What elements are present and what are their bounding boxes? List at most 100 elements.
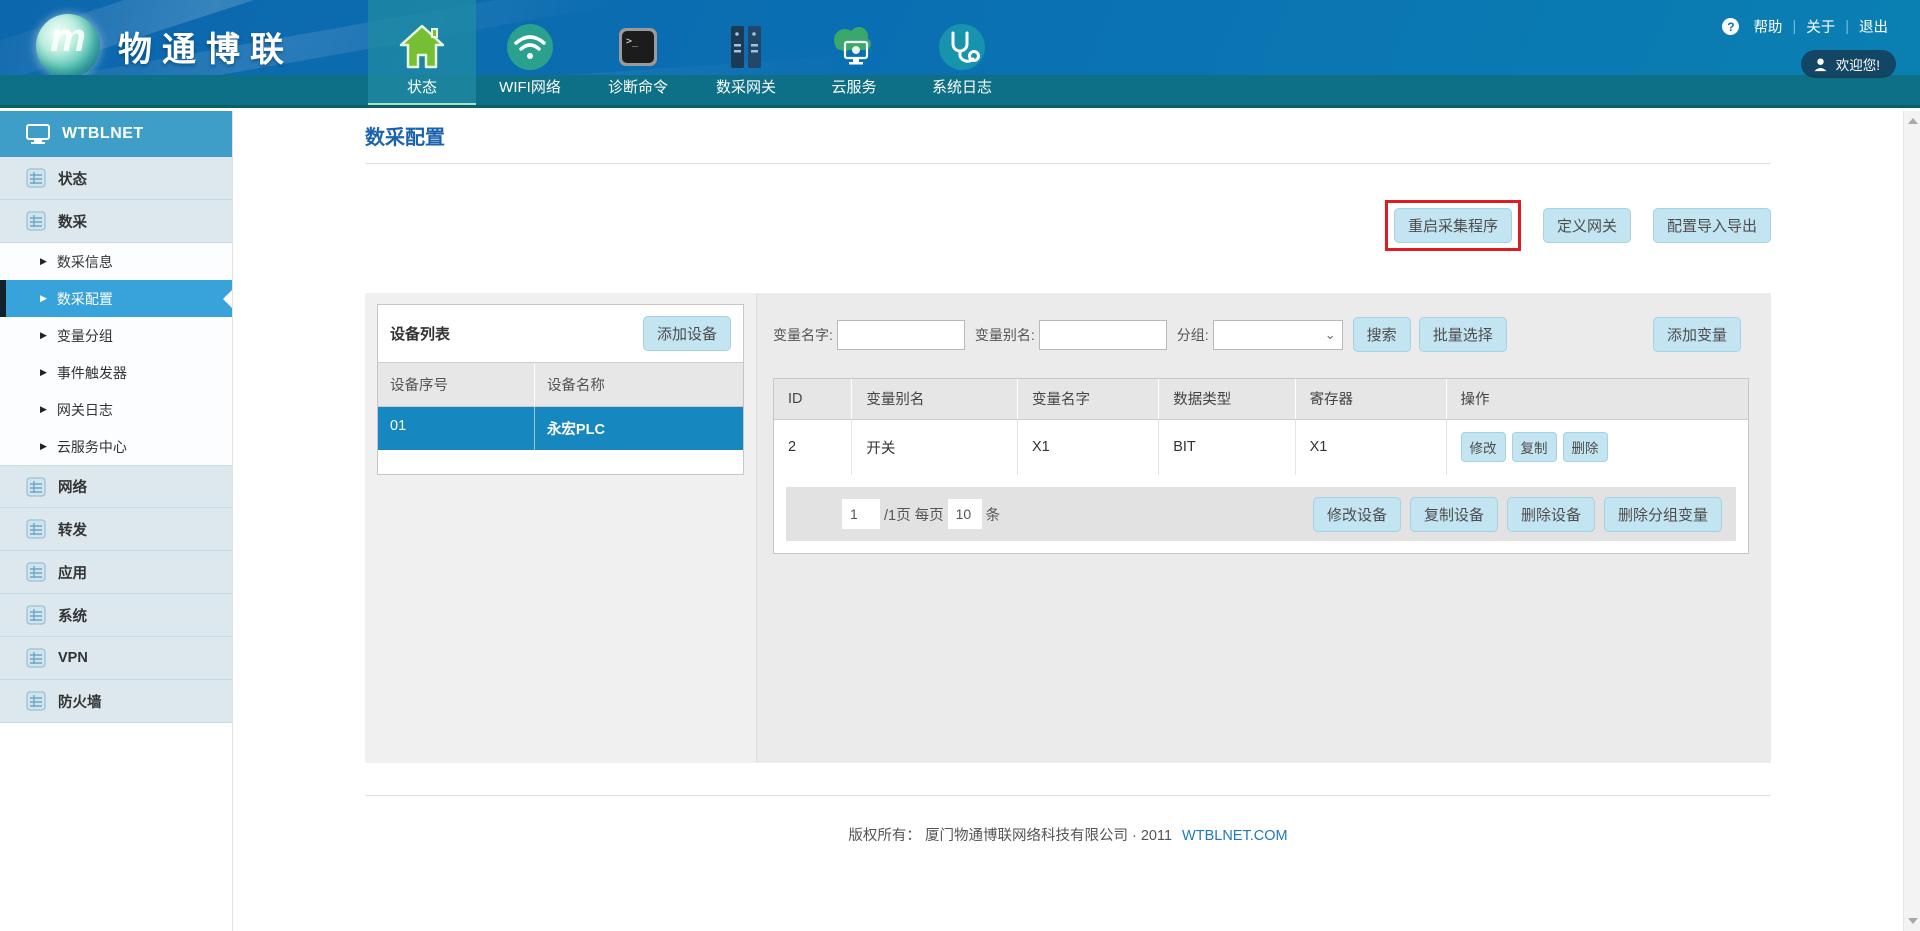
device-panel-title: 设备列表 <box>390 323 450 344</box>
sidebar-item-gateway-log[interactable]: ▶ 网关日志 <box>0 391 232 428</box>
device-column: 设备列表 添加设备 设备序号 设备名称 01 永宏PLC <box>365 293 757 763</box>
top-header: 物通博联 状态 WIFI网络 <box>0 0 1920 108</box>
search-button[interactable]: 搜索 <box>1353 317 1411 352</box>
nav-tab-diagnostics[interactable]: >_ 诊断命令 <box>584 0 692 108</box>
group-label: 分组: <box>1177 325 1209 345</box>
sidebar-item-system[interactable]: 系统 <box>0 594 232 637</box>
terminal-icon: >_ <box>613 0 663 74</box>
welcome-text: 欢迎您! <box>1836 54 1880 74</box>
about-link[interactable]: 关于 <box>1806 16 1835 37</box>
config-import-export-button[interactable]: 配置导入导出 <box>1653 208 1771 243</box>
sidebar-item-variable-groups[interactable]: ▶ 变量分组 <box>0 317 232 354</box>
add-device-button[interactable]: 添加设备 <box>643 316 731 351</box>
variable-filter-bar: 变量名字: 变量别名: 分组: ⌄ 搜索 批量选择 添加变量 <box>773 317 1749 352</box>
sidebar-item-label: VPN <box>58 650 88 666</box>
define-gateway-button[interactable]: 定义网关 <box>1543 208 1631 243</box>
caret-right-icon: ▶ <box>40 404 47 415</box>
cell-alias: 开关 <box>852 419 1018 475</box>
sidebar-item-daq[interactable]: 数采 <box>0 200 232 243</box>
var-name-input[interactable] <box>837 320 965 350</box>
caret-right-icon: ▶ <box>40 256 47 267</box>
modify-device-button[interactable]: 修改设备 <box>1313 497 1401 532</box>
modify-variable-button[interactable]: 修改 <box>1461 432 1506 462</box>
sidebar-subitem-label: 网关日志 <box>57 400 113 420</box>
caret-right-icon: ▶ <box>40 330 47 341</box>
device-row-selected[interactable]: 01 永宏PLC <box>378 407 743 450</box>
chevron-down-icon: ⌄ <box>1325 327 1336 343</box>
add-variable-button[interactable]: 添加变量 <box>1653 317 1741 352</box>
nav-tab-label: WIFI网络 <box>499 74 561 104</box>
sidebar-item-event-trigger[interactable]: ▶ 事件触发器 <box>0 354 232 391</box>
help-link[interactable]: 帮助 <box>1753 16 1782 37</box>
sidebar-item-label: 状态 <box>58 168 87 189</box>
delete-variable-button[interactable]: 删除 <box>1563 432 1608 462</box>
page-number-input[interactable] <box>842 499 880 529</box>
variable-table-container: ID 变量别名 变量名字 数据类型 寄存器 操作 2 开关 X1 <box>773 378 1749 554</box>
var-alias-input[interactable] <box>1039 320 1167 350</box>
title-divider <box>365 163 1771 164</box>
grid-icon <box>26 211 46 231</box>
grid-icon <box>26 605 46 625</box>
sidebar-item-vpn[interactable]: VPN <box>0 637 232 680</box>
main-content: 数采配置 重启采集程序 定义网关 配置导入导出 设备列表 添加设备 设备序号 设… <box>233 111 1903 931</box>
nav-tab-label: 诊断命令 <box>608 74 668 104</box>
link-divider: | <box>1845 19 1849 35</box>
stethoscope-icon <box>937 0 987 74</box>
logo-text: 物通博联 <box>118 22 294 71</box>
sidebar-subitem-label: 数采信息 <box>57 252 113 272</box>
sidebar-item-cloud-center[interactable]: ▶ 云服务中心 <box>0 428 232 465</box>
sidebar-item-label: 转发 <box>58 519 87 540</box>
sidebar-item-firewall[interactable]: 防火墙 <box>0 680 232 723</box>
variable-table-header-row: ID 变量别名 变量名字 数据类型 寄存器 操作 <box>774 379 1748 419</box>
batch-select-button[interactable]: 批量选择 <box>1419 317 1507 352</box>
nav-tab-syslog[interactable]: 系统日志 <box>908 0 1016 108</box>
sidebar-item-label: 数采 <box>58 211 87 232</box>
sidebar-item-daq-info[interactable]: ▶ 数采信息 <box>0 243 232 280</box>
grid-icon <box>26 648 46 668</box>
var-alias-label: 变量别名: <box>975 325 1035 345</box>
scroll-up-icon[interactable] <box>1908 118 1918 124</box>
main-navbar: 状态 WIFI网络 >_ 诊断命令 <box>368 0 1016 108</box>
copy-variable-button[interactable]: 复制 <box>1512 432 1557 462</box>
scroll-down-icon[interactable] <box>1908 918 1918 924</box>
nav-tab-cloud[interactable]: 云服务 <box>800 0 908 108</box>
grid-icon <box>26 562 46 582</box>
sidebar-item-label: 网络 <box>58 476 87 497</box>
variable-column: 变量名字: 变量别名: 分组: ⌄ 搜索 批量选择 添加变量 <box>757 293 1771 763</box>
copy-device-button[interactable]: 复制设备 <box>1410 497 1498 532</box>
nav-tab-wifi[interactable]: WIFI网络 <box>476 0 584 108</box>
delete-device-button[interactable]: 删除设备 <box>1507 497 1595 532</box>
delete-group-variable-button[interactable]: 删除分组变量 <box>1604 497 1722 532</box>
cell-name: X1 <box>1017 419 1158 475</box>
page-size-input[interactable] <box>948 499 982 529</box>
sidebar-item-daq-config[interactable]: ▶ 数采配置 <box>0 280 232 317</box>
cell-actions: 修改 复制 删除 <box>1446 419 1748 475</box>
device-panel-footer <box>378 450 743 474</box>
svg-text:>_: >_ <box>626 36 639 47</box>
footer-link[interactable]: WTBLNET.COM <box>1182 828 1288 844</box>
nav-tab-status[interactable]: 状态 <box>368 0 476 108</box>
col-alias: 变量别名 <box>852 379 1018 419</box>
variable-row: 2 开关 X1 BIT X1 修改 复制 删除 <box>774 419 1748 475</box>
nav-tab-label: 状态 <box>407 74 437 104</box>
page-toolbar: 重启采集程序 定义网关 配置导入导出 <box>365 202 1771 248</box>
nav-tab-label: 云服务 <box>831 74 876 104</box>
restart-collector-button[interactable]: 重启采集程序 <box>1394 208 1512 243</box>
col-actions: 操作 <box>1446 379 1748 419</box>
vertical-scrollbar[interactable] <box>1903 111 1920 931</box>
grid-icon <box>26 691 46 711</box>
user-icon <box>1813 57 1828 72</box>
sidebar-item-forward[interactable]: 转发 <box>0 508 232 551</box>
sidebar-item-status[interactable]: 状态 <box>0 157 232 200</box>
page-size-suffix-text: 条 <box>986 504 1001 525</box>
sidebar-item-application[interactable]: 应用 <box>0 551 232 594</box>
nav-tab-gateway[interactable]: 数采网关 <box>692 0 800 108</box>
help-icon: ? <box>1722 18 1739 35</box>
sidebar-item-network[interactable]: 网络 <box>0 465 232 508</box>
nav-tab-label: 数采网关 <box>716 74 776 104</box>
logout-link[interactable]: 退出 <box>1859 16 1888 37</box>
group-select[interactable]: ⌄ <box>1213 320 1343 350</box>
workspace-panel: 设备列表 添加设备 设备序号 设备名称 01 永宏PLC 变量名字: 变量别名: <box>365 293 1771 763</box>
sidebar-subitem-label: 变量分组 <box>57 326 113 346</box>
device-list-panel: 设备列表 添加设备 设备序号 设备名称 01 永宏PLC <box>377 304 744 475</box>
